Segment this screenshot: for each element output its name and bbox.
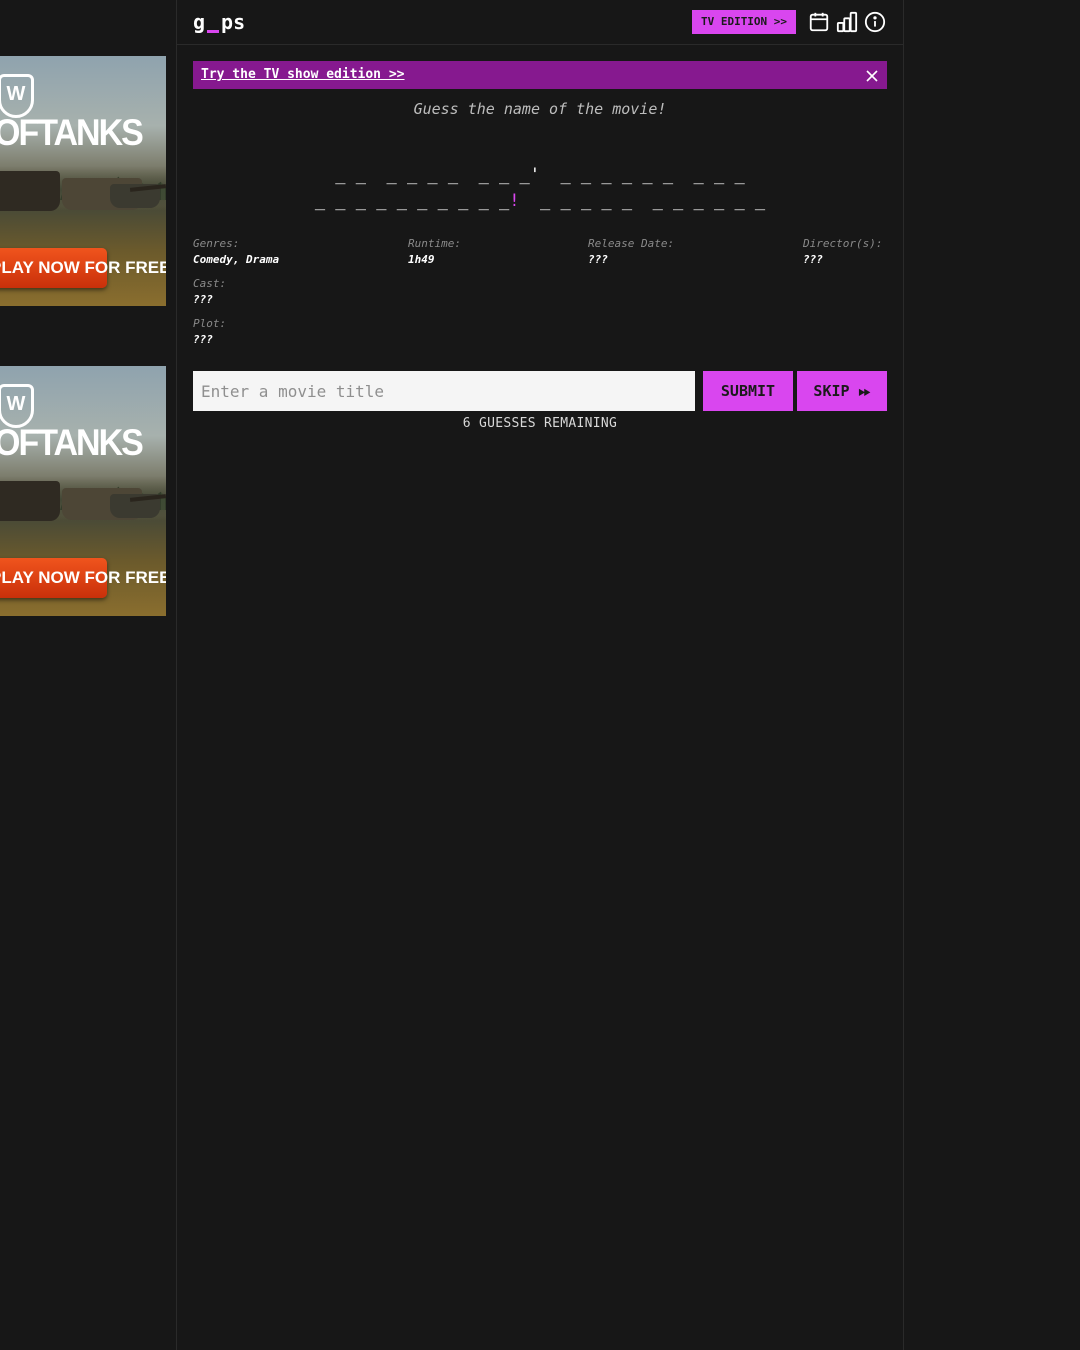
guesses-remaining: 6 GUESSES REMAINING <box>462 416 618 431</box>
meta-director-value: ??? <box>803 253 823 266</box>
meta-plot: Plot: ??? <box>193 316 226 348</box>
game-prompt: Guess the name of the movie! <box>413 100 667 118</box>
stats-icon[interactable] <box>836 11 858 33</box>
ad-banner[interactable]: W OFTANKS PLAY NOW FOR FREE <box>0 56 166 306</box>
meta-cast-label: Cast: <box>193 277 227 290</box>
ad-brand-title: OFTANKS <box>0 422 144 465</box>
puzzle-revealed-char: ! <box>509 191 520 211</box>
puzzle-line-2-start: _ _ _ _ _ _ _ _ _ _ <box>314 191 510 211</box>
puzzle-line-1: _ _ _ _ _ _ _ _ _' _ _ _ _ _ _ _ _ _ <box>335 165 745 185</box>
meta-release-label: Release Date: <box>588 237 675 250</box>
tv-promo-link[interactable]: Try the TV show edition >> <box>201 61 405 89</box>
ad-brand-title: OFTANKS <box>0 112 144 155</box>
calendar-icon[interactable] <box>808 11 830 33</box>
meta-runtime: Runtime: 1h49 <box>408 236 461 268</box>
meta-genres-value: Comedy, Drama <box>193 253 280 266</box>
meta-plot-value: ??? <box>193 333 213 346</box>
ad-tank-image <box>0 171 60 211</box>
info-icon[interactable] <box>864 11 886 33</box>
meta-cast: Cast: ??? <box>193 276 226 308</box>
skip-button[interactable]: SKIP ⏩︎ <box>797 371 887 411</box>
ad-cta-button[interactable]: PLAY NOW FOR FREE <box>0 248 166 288</box>
submit-button[interactable]: SUBMIT <box>703 371 793 411</box>
tv-promo-banner: Try the TV show edition >> <box>193 61 887 89</box>
meta-runtime-label: Runtime: <box>408 237 461 250</box>
ad-tank-image <box>0 481 60 521</box>
meta-release-date: Release Date: ??? <box>588 236 674 268</box>
logo-gap-mark <box>207 30 220 33</box>
ad-cta-button[interactable]: PLAY NOW FOR FREE <box>0 558 166 598</box>
logo[interactable]: g ps <box>193 10 245 34</box>
meta-cast-value: ??? <box>193 293 213 306</box>
meta-genres: Genres: Comedy, Drama <box>193 236 279 268</box>
close-icon[interactable] <box>865 68 879 82</box>
logo-right: ps <box>221 10 246 34</box>
title-puzzle: _ _ _ _ _ _ _ _ _' _ _ _ _ _ _ _ _ _ _ _ … <box>193 162 887 214</box>
meta-directors: Director(s): ??? <box>803 236 882 268</box>
meta-director-label: Director(s): <box>803 237 883 250</box>
tv-edition-button[interactable]: TV EDITION >> <box>692 10 796 34</box>
game-panel: g ps TV EDITION >> Try the TV show editi… <box>176 0 904 1350</box>
meta-release-value: ??? <box>588 253 608 266</box>
puzzle-line-2-end: _ _ _ _ _ _ _ _ _ _ _ <box>519 191 766 211</box>
ad-banner[interactable]: W OFTANKS PLAY NOW FOR FREE <box>0 366 166 616</box>
logo-left: g <box>193 10 206 34</box>
meta-genres-label: Genres: <box>193 237 240 250</box>
ad-brand-line2: OFTANKS <box>0 422 144 464</box>
app-header: g ps TV EDITION >> <box>177 0 903 45</box>
meta-runtime-value: 1h49 <box>408 253 435 266</box>
meta-plot-label: Plot: <box>193 317 227 330</box>
movie-title-input[interactable] <box>193 371 695 411</box>
ad-brand-line2: OFTANKS <box>0 112 144 154</box>
puzzle-line-2: _ _ _ _ _ _ _ _ _ _! _ _ _ _ _ _ _ _ _ _… <box>193 188 887 214</box>
